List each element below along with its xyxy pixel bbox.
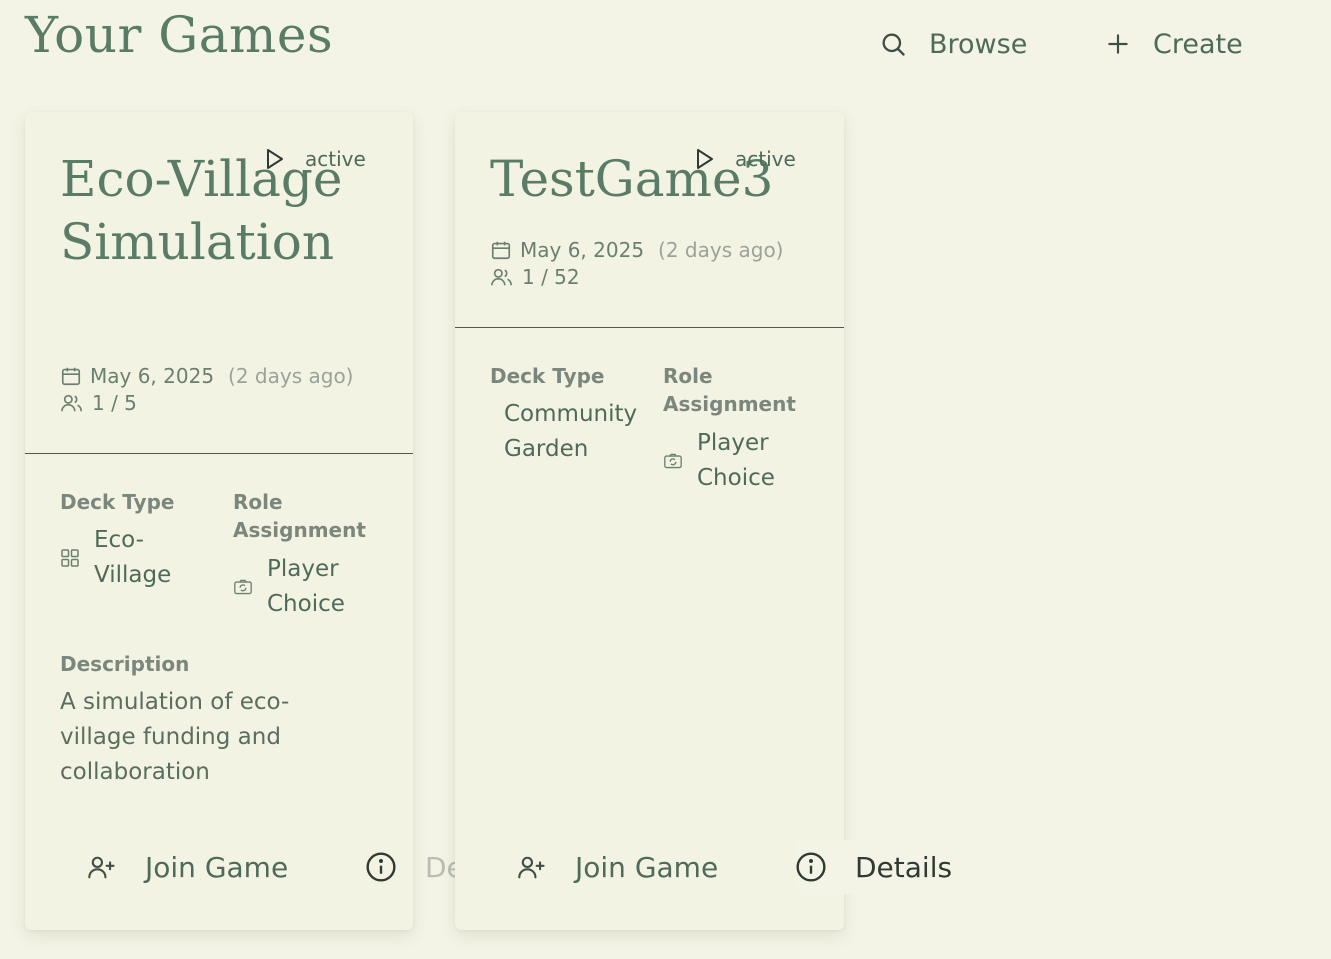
game-title: Eco-Village Simulation <box>60 150 343 271</box>
search-icon <box>882 33 905 56</box>
create-button[interactable]: Create <box>1105 26 1243 62</box>
card-divider <box>455 327 844 328</box>
calendar-icon <box>491 241 511 260</box>
join-game-button[interactable]: Join Game <box>87 840 288 894</box>
role-assignment-label: Role Assignment <box>233 490 366 542</box>
browse-button[interactable]: Browse <box>879 26 1027 62</box>
deck-type-value: Community Garden <box>504 397 654 467</box>
relative-date: (2 days ago) <box>658 238 784 262</box>
status-badge: active <box>695 147 796 171</box>
page-header: Your Games Browse Create <box>0 0 1331 90</box>
card-divider <box>25 453 413 454</box>
player-count: 1 / 5 <box>92 391 137 415</box>
info-icon <box>366 852 396 882</box>
game-date: May 6, 2025 <box>520 238 645 262</box>
role-assignment: Player Choice <box>697 430 775 491</box>
users-icon <box>61 394 82 412</box>
deck-type-label: Deck Type <box>490 364 605 388</box>
plus-icon <box>1108 34 1128 54</box>
calendar-icon <box>61 367 81 386</box>
game-card: active TestGame3 May 6, 2025 (2 days ago… <box>455 112 961 930</box>
browse-label: Browse <box>929 28 1028 60</box>
camera-swap-icon <box>234 579 252 595</box>
game-date: May 6, 2025 <box>90 364 215 388</box>
role-assignment: Player Choice <box>267 556 345 617</box>
role-assignment-value: Player Choice <box>233 552 367 622</box>
page-title: Your Games <box>25 6 334 64</box>
game-card: active Eco-Village Simulation May 6, 202… <box>25 112 522 930</box>
status-label: active <box>735 147 796 171</box>
players-row: 1 / 5 <box>60 391 137 415</box>
details-button[interactable]: Details <box>795 840 961 894</box>
date-row: May 6, 2025 (2 days ago) <box>490 238 784 262</box>
deck-type: Eco-Village <box>94 527 172 588</box>
user-plus-icon <box>88 856 115 879</box>
player-count: 1 / 52 <box>522 265 580 289</box>
deck-type: Community Garden <box>504 401 638 462</box>
play-icon <box>697 149 713 169</box>
role-assignment-label: Role Assignment <box>663 364 796 416</box>
players-row: 1 / 52 <box>490 265 580 289</box>
info-icon <box>796 852 826 882</box>
join-game-button[interactable]: Join Game <box>517 840 718 894</box>
description-label: Description <box>60 652 190 676</box>
role-assignment-value: Player Choice <box>663 426 797 496</box>
join-game-label: Join Game <box>145 850 289 884</box>
grid-icon <box>61 549 79 567</box>
relative-date: (2 days ago) <box>228 364 354 388</box>
join-game-label: Join Game <box>575 850 719 884</box>
details-label: Details <box>855 850 953 884</box>
deck-type-label: Deck Type <box>60 490 175 514</box>
create-label: Create <box>1153 28 1243 60</box>
camera-swap-icon <box>664 453 682 469</box>
date-row: May 6, 2025 (2 days ago) <box>60 364 354 388</box>
deck-type-value: Eco-Village <box>60 523 194 593</box>
users-icon <box>491 268 512 286</box>
user-plus-icon <box>518 856 545 879</box>
game-description: A simulation of eco-village funding and … <box>60 689 290 785</box>
